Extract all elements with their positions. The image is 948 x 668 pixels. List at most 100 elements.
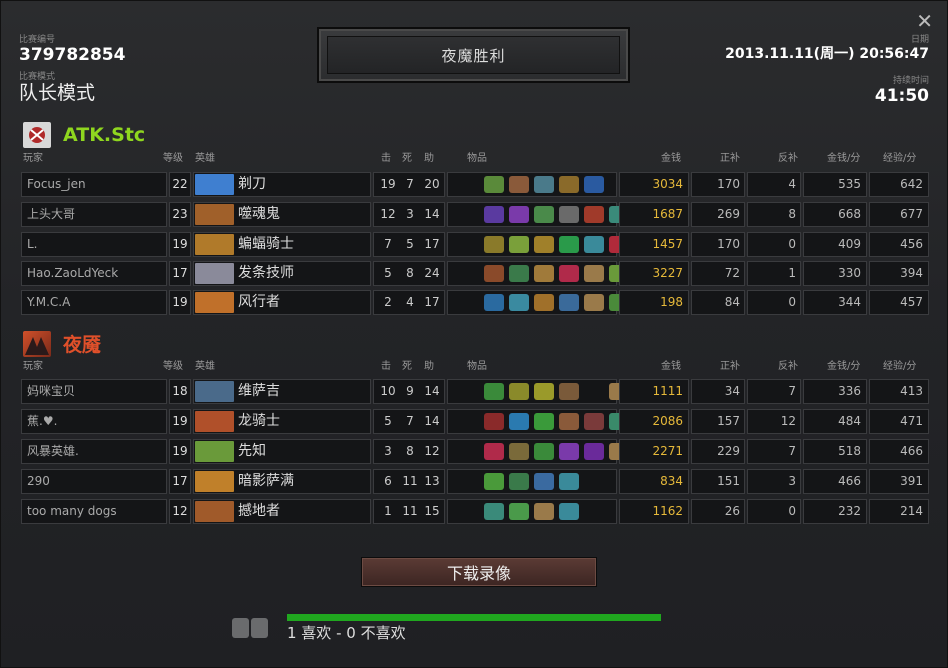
player-row[interactable]: Focus_jen 22 剃刀 19 7 20 3034 170 4 535 642 <box>21 172 929 197</box>
item-icon[interactable] <box>509 503 529 520</box>
item-icon[interactable] <box>559 236 579 253</box>
item-icon[interactable] <box>484 413 504 430</box>
item-icon[interactable] <box>484 443 504 460</box>
player-name[interactable]: Y.M.C.A <box>21 290 167 315</box>
item-icon[interactable] <box>509 236 529 253</box>
hero-portrait-icon[interactable] <box>195 471 234 492</box>
player-row[interactable]: Hao.ZaoLdYeck 17 发条技师 5 8 24 3227 72 1 330 394 <box>21 261 929 286</box>
item-icon[interactable] <box>584 236 604 253</box>
gold-per-min: 330 <box>803 261 867 286</box>
hero-portrait-icon[interactable] <box>195 204 234 225</box>
player-name[interactable]: Focus_jen <box>21 172 167 197</box>
item-icon[interactable] <box>509 383 529 400</box>
denies: 7 <box>747 439 801 464</box>
thumbs-up-icon[interactable] <box>232 618 249 638</box>
item-icon[interactable] <box>584 176 604 193</box>
item-icon[interactable] <box>559 413 579 430</box>
item-icon[interactable] <box>534 473 554 490</box>
player-name[interactable]: too many dogs <box>21 499 167 524</box>
hdr-last-hits: 正补 <box>720 153 740 164</box>
player-name[interactable]: 风暴英雄. <box>21 439 167 464</box>
item-icon[interactable] <box>484 236 504 253</box>
item-icon[interactable] <box>559 294 579 311</box>
item-icon[interactable] <box>509 473 529 490</box>
item-icon[interactable] <box>559 443 579 460</box>
kda-cell: 10 9 14 <box>373 379 445 404</box>
item-icon[interactable] <box>559 176 579 193</box>
hdr-hero: 英雄 <box>195 361 215 372</box>
item-icon[interactable] <box>534 176 554 193</box>
item-icon[interactable] <box>484 473 504 490</box>
gold-per-min: 484 <box>803 409 867 434</box>
items-cell <box>447 469 617 494</box>
item-icon[interactable] <box>584 265 604 282</box>
item-icon[interactable] <box>584 413 604 430</box>
item-icon[interactable] <box>559 265 579 282</box>
player-name[interactable]: 上头大哥 <box>21 202 167 227</box>
hero-portrait-icon[interactable] <box>195 411 234 432</box>
item-icon[interactable] <box>484 265 504 282</box>
player-name[interactable]: 蕉.♥. <box>21 409 167 434</box>
thumbs-down-icon[interactable] <box>251 618 268 638</box>
item-icon[interactable] <box>509 443 529 460</box>
hero-portrait-icon[interactable] <box>195 381 234 402</box>
hero-portrait-icon[interactable] <box>195 234 234 255</box>
item-icon[interactable] <box>484 176 504 193</box>
item-icon[interactable] <box>509 294 529 311</box>
item-icon[interactable] <box>534 383 554 400</box>
hdr-hero: 英雄 <box>195 153 215 164</box>
hero-name: 撼地者 <box>238 503 280 519</box>
item-icon[interactable] <box>559 503 579 520</box>
hero-portrait-icon[interactable] <box>195 263 234 284</box>
gold: 2086 <box>619 409 689 434</box>
last-hits: 157 <box>691 409 745 434</box>
item-icon[interactable] <box>509 176 529 193</box>
item-icon[interactable] <box>534 413 554 430</box>
player-name[interactable]: Hao.ZaoLdYeck <box>21 261 167 286</box>
item-icon[interactable] <box>509 206 529 223</box>
player-row[interactable]: Y.M.C.A 19 风行者 2 4 17 198 84 0 344 457 <box>21 290 929 315</box>
item-icon[interactable] <box>534 206 554 223</box>
item-icon[interactable] <box>559 206 579 223</box>
close-icon[interactable]: ✕ <box>916 11 933 31</box>
player-row[interactable]: 风暴英雄. 19 先知 3 8 12 2271 229 7 518 466 <box>21 439 929 464</box>
item-icon[interactable] <box>534 503 554 520</box>
hero-portrait-icon[interactable] <box>195 174 234 195</box>
item-icon[interactable] <box>534 294 554 311</box>
player-row[interactable]: L. 19 蝙蝠骑士 7 5 17 1457 170 0 409 456 <box>21 232 929 257</box>
player-row[interactable]: 妈咪宝贝 18 维萨吉 10 9 14 1111 34 7 336 413 <box>21 379 929 404</box>
item-icon[interactable] <box>509 413 529 430</box>
player-row[interactable]: too many dogs 12 撼地者 1 11 15 1162 26 0 232 214 <box>21 499 929 524</box>
deaths: 4 <box>406 295 414 309</box>
item-icon[interactable] <box>509 265 529 282</box>
player-row[interactable]: 上头大哥 23 噬魂鬼 12 3 14 1687 269 8 668 677 <box>21 202 929 227</box>
gold-per-min: 518 <box>803 439 867 464</box>
last-hits: 269 <box>691 202 745 227</box>
item-icon[interactable] <box>484 206 504 223</box>
item-icon[interactable] <box>559 383 579 400</box>
item-icon[interactable] <box>559 473 579 490</box>
gold: 2271 <box>619 439 689 464</box>
download-replay-button[interactable]: 下载录像 <box>361 557 597 587</box>
player-name[interactable]: L. <box>21 232 167 257</box>
item-icon[interactable] <box>584 443 604 460</box>
hero-portrait-icon[interactable] <box>195 441 234 462</box>
player-row[interactable]: 290 17 暗影萨满 6 11 13 834 151 3 466 391 <box>21 469 929 494</box>
item-icon[interactable] <box>584 294 604 311</box>
item-icon[interactable] <box>534 265 554 282</box>
item-icon[interactable] <box>484 383 504 400</box>
hero-portrait-icon[interactable] <box>195 501 234 522</box>
item-icon[interactable] <box>584 206 604 223</box>
xp-per-min: 471 <box>869 409 929 434</box>
player-row[interactable]: 蕉.♥. 19 龙骑士 5 7 14 2086 157 12 484 471 <box>21 409 929 434</box>
hero-portrait-icon[interactable] <box>195 292 234 313</box>
item-icon[interactable] <box>534 236 554 253</box>
match-mode-label: 比赛模式 <box>19 72 56 82</box>
item-icon[interactable] <box>484 294 504 311</box>
item-icon[interactable] <box>534 443 554 460</box>
player-name[interactable]: 290 <box>21 469 167 494</box>
match-duration: 41:50 <box>874 86 929 106</box>
item-icon[interactable] <box>484 503 504 520</box>
player-name[interactable]: 妈咪宝贝 <box>21 379 167 404</box>
items-cell <box>447 232 629 257</box>
